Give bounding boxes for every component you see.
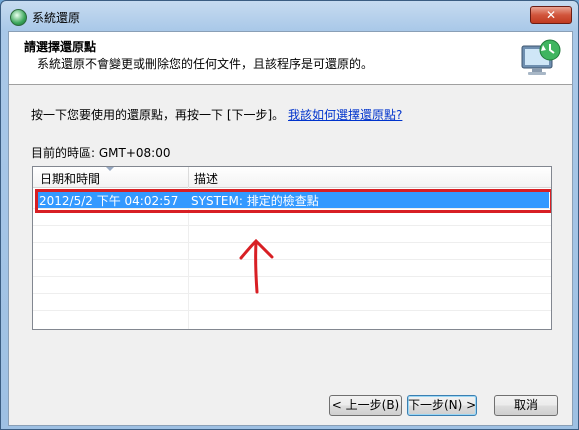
restore-point-list[interactable]: 日期和時間 描述 2012/5/2 下午 04:02:57 SYSTEM: 排定… xyxy=(32,166,552,330)
page-title: 請選擇還原點 xyxy=(24,40,97,54)
timezone-label: 目前的時區: GMT+08:00 xyxy=(31,146,171,160)
column-divider[interactable] xyxy=(188,167,189,187)
wizard-header: 請選擇還原點 系統還原不會變更或刪除您的任何文件，且該程序是可還原的。 xyxy=(9,32,572,85)
next-button[interactable]: 下一步(N) > xyxy=(407,395,477,416)
list-header: 日期和時間 描述 xyxy=(33,167,551,188)
row-gridline xyxy=(33,310,551,311)
title-bar[interactable]: 系統還原 ✕ xyxy=(1,1,578,31)
back-button[interactable]: < 上一步(B) xyxy=(329,395,402,416)
system-restore-window: 系統還原 ✕ 請選擇還原點 系統還原不會變更或刪除您的任何文件，且該程序是可還原… xyxy=(0,0,579,430)
help-link[interactable]: 我該如何選擇還原點? xyxy=(288,108,402,122)
up-arrow-annotation-icon xyxy=(239,238,274,294)
instruction-label: 按一下您要使用的還原點，再按一下 [下一步]。 xyxy=(31,108,285,122)
table-row-selected[interactable]: 2012/5/2 下午 04:02:57 SYSTEM: 排定的檢查點 xyxy=(36,191,549,208)
page-subtitle: 系統還原不會變更或刪除您的任何文件，且該程序是可還原的。 xyxy=(37,57,374,71)
row-gridline xyxy=(33,259,551,260)
row-gridline xyxy=(33,276,551,277)
row-gridline xyxy=(33,293,551,294)
sort-indicator-icon xyxy=(106,167,114,171)
close-icon: ✕ xyxy=(545,8,557,22)
row-gridline xyxy=(33,242,551,243)
column-header-description[interactable]: 描述 xyxy=(194,170,218,187)
window-title: 系統還原 xyxy=(32,11,81,25)
instruction-text: 按一下您要使用的還原點，再按一下 [下一步]。 我該如何選擇還原點? xyxy=(31,106,402,123)
row-datetime: 2012/5/2 下午 04:02:57 xyxy=(39,194,179,208)
dialog-body: 請選擇還原點 系統還原不會變更或刪除您的任何文件，且該程序是可還原的。 按一下您… xyxy=(8,31,573,426)
cancel-button[interactable]: 取消 xyxy=(494,395,558,416)
system-restore-icon xyxy=(10,9,27,26)
row-gridline xyxy=(33,225,551,226)
wizard-footer: < 上一步(B) 下一步(N) > 取消 xyxy=(9,368,572,425)
close-button[interactable]: ✕ xyxy=(530,6,572,24)
column-header-datetime[interactable]: 日期和時間 xyxy=(40,170,100,187)
system-restore-monitor-icon xyxy=(521,39,561,75)
row-description: SYSTEM: 排定的檢查點 xyxy=(191,194,319,208)
